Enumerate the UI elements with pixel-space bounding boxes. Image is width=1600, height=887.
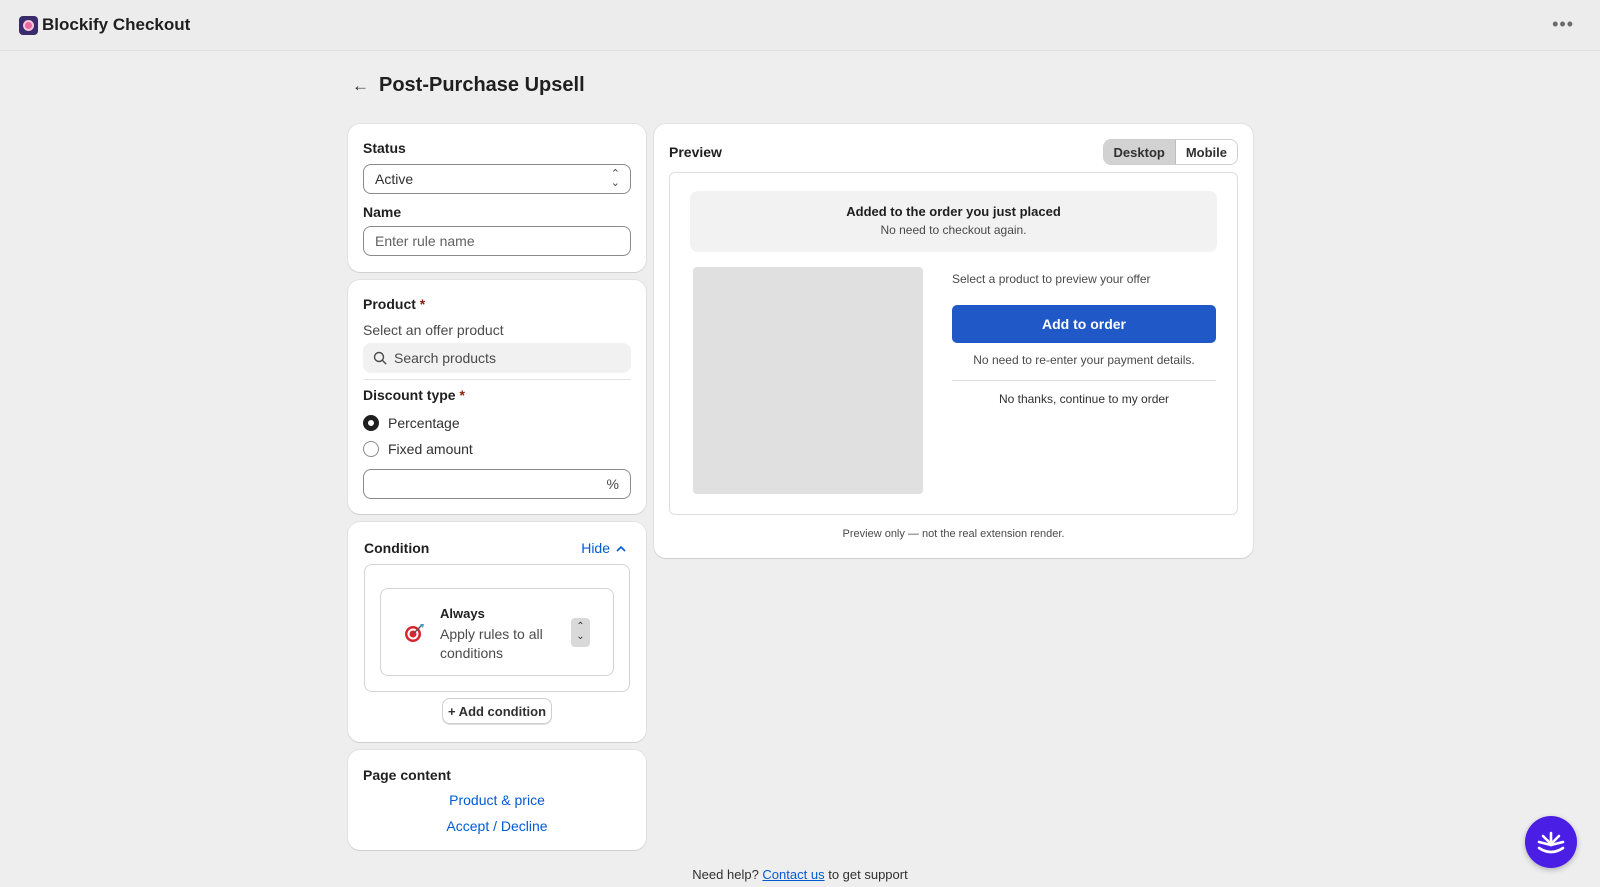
tab-mobile[interactable]: Mobile: [1175, 140, 1237, 164]
offer-hint: Select a product to preview your offer: [952, 272, 1151, 286]
radio-button-selected[interactable]: [363, 415, 379, 431]
preview-banner: Added to the order you just placed No ne…: [690, 191, 1217, 252]
help-prefix: Need help?: [692, 867, 759, 882]
hide-toggle[interactable]: Hide: [581, 540, 626, 556]
status-select[interactable]: Active ⌃ ⌄: [363, 164, 631, 194]
select-chevron-icon: ⌃ ⌄: [610, 168, 620, 189]
banner-title: Added to the order you just placed: [846, 204, 1061, 219]
preview-frame: Added to the order you just placed No ne…: [669, 172, 1238, 515]
search-icon: [373, 351, 387, 365]
status-label: Status: [363, 140, 406, 156]
required-mark: *: [459, 387, 465, 403]
product-help: Select an offer product: [363, 322, 504, 338]
tab-desktop[interactable]: Desktop: [1103, 140, 1176, 164]
add-condition-button[interactable]: + Add condition: [442, 698, 552, 724]
discount-label-text: Discount type: [363, 387, 456, 403]
condition-card: Condition Hide Always Apply rules to all…: [348, 522, 646, 742]
decline-link[interactable]: No thanks, continue to my order: [952, 392, 1216, 406]
device-toggle: Desktop Mobile: [1102, 139, 1238, 165]
preview-card: Preview Desktop Mobile Added to the orde…: [654, 124, 1253, 558]
more-options-icon[interactable]: •••: [1552, 14, 1574, 35]
condition-item-title: Always: [440, 606, 485, 621]
percent-suffix: %: [606, 476, 619, 492]
chevron-up-down-icon: ⌃ ⌄: [576, 621, 585, 642]
page-content-label: Page content: [363, 767, 451, 783]
back-arrow-icon[interactable]: ←: [352, 76, 369, 96]
radio-fixed-amount[interactable]: Fixed amount: [363, 441, 473, 457]
top-bar: Blockify Checkout •••: [0, 0, 1600, 51]
app-logo-icon: [19, 15, 38, 35]
link-product-price[interactable]: Product & price: [348, 792, 646, 808]
name-input[interactable]: Enter rule name: [363, 226, 631, 256]
radio-button[interactable]: [363, 441, 379, 457]
preview-footnote: Preview only — not the real extension re…: [842, 528, 1065, 540]
status-value: Active: [375, 171, 414, 187]
radio-label: Fixed amount: [388, 441, 473, 457]
divider: [952, 380, 1216, 381]
page-title: Post-Purchase Upsell: [379, 74, 585, 96]
cta-note: No need to re-enter your payment details…: [973, 353, 1195, 367]
condition-item-desc: Apply rules to all conditions: [440, 626, 543, 661]
product-label-text: Product: [363, 296, 416, 312]
add-condition-label: + Add condition: [447, 703, 547, 719]
product-image-placeholder: [693, 267, 923, 494]
banner-subtitle: No need to checkout again.: [880, 223, 1027, 237]
contact-us-link[interactable]: Contact us: [762, 867, 824, 882]
preview-label: Preview: [669, 144, 722, 160]
hide-toggle-label: Hide: [581, 540, 610, 556]
app-title: Blockify Checkout: [42, 15, 191, 34]
required-mark: *: [419, 296, 426, 312]
discount-label: Discount type *: [363, 387, 465, 403]
chevron-up-icon: [616, 545, 626, 552]
condition-container: Always Apply rules to all conditions ⌃ ⌄: [364, 564, 630, 692]
product-search-input[interactable]: Search products: [363, 343, 631, 373]
condition-label: Condition: [364, 540, 430, 556]
page-content-card: Page content Product & price Accept / De…: [348, 750, 646, 850]
target-icon: [405, 624, 424, 642]
chat-button[interactable]: [1525, 816, 1577, 868]
add-to-order-button[interactable]: Add to order: [952, 305, 1216, 343]
status-name-card: Status Active ⌃ ⌄ Name Enter rule name: [348, 124, 646, 272]
product-label: Product *: [363, 296, 425, 312]
radio-label: Percentage: [388, 415, 460, 431]
search-placeholder: Search products: [394, 350, 496, 366]
condition-selector[interactable]: ⌃ ⌄: [571, 618, 590, 647]
name-placeholder: Enter rule name: [375, 233, 475, 249]
condition-item: Always Apply rules to all conditions ⌃ ⌄: [380, 588, 614, 676]
help-suffix: to get support: [828, 867, 908, 882]
radio-percentage[interactable]: Percentage: [363, 415, 460, 431]
discount-value-input[interactable]: %: [363, 469, 631, 499]
divider: [363, 379, 631, 380]
help-footer: Need help? Contact us to get support: [0, 867, 1600, 882]
page-header: ← Post-Purchase Upsell: [352, 74, 585, 97]
product-discount-card: Product * Select an offer product Search…: [348, 280, 646, 514]
link-accept-decline[interactable]: Accept / Decline: [348, 818, 646, 834]
name-label: Name: [363, 204, 402, 220]
chat-icon: [1537, 831, 1565, 854]
